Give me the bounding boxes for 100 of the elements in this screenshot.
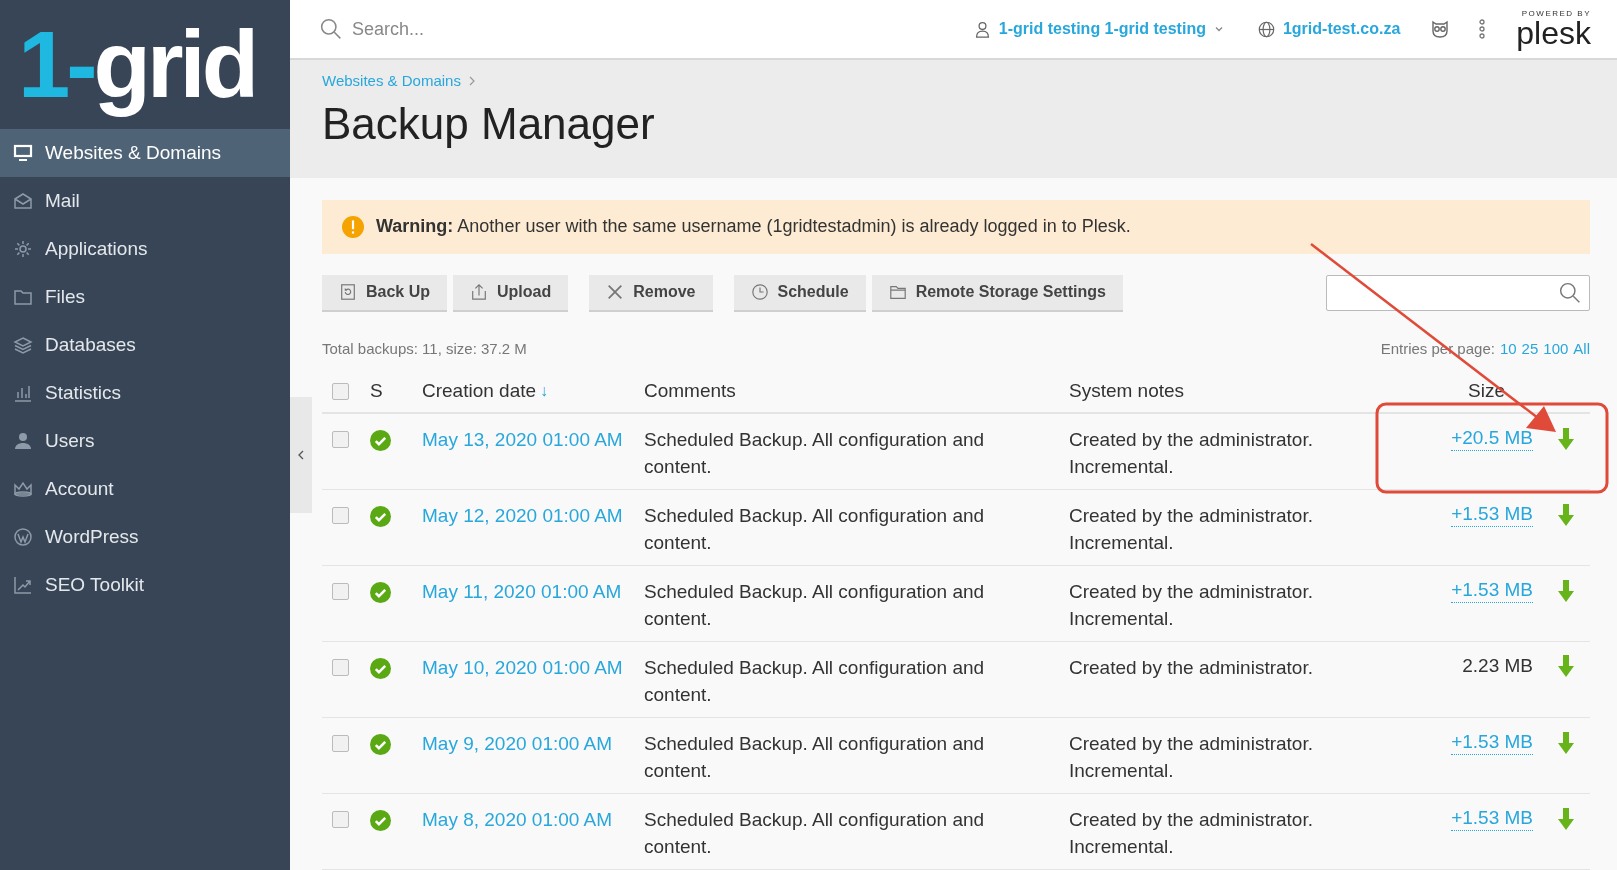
checkbox[interactable] xyxy=(332,659,349,676)
column-header[interactable]: Creation date ↓ xyxy=(422,376,644,406)
envelope-icon xyxy=(13,191,33,211)
download-icon[interactable] xyxy=(1557,807,1575,830)
column-header: Comments xyxy=(644,378,737,403)
table-cell-text: Scheduled Backup. All configuration and content. xyxy=(644,580,986,631)
success-check-icon xyxy=(370,658,391,679)
backup-summary: Total backups: 11, size: 37.2 M xyxy=(322,338,527,359)
download-icon[interactable] xyxy=(1557,503,1575,526)
sidebar-item[interactable]: Applications xyxy=(0,225,290,273)
search-icon xyxy=(1559,282,1581,304)
download-icon[interactable] xyxy=(1557,655,1575,677)
size-link[interactable]: +1.53 MB xyxy=(1451,578,1533,603)
success-check-icon xyxy=(370,582,391,603)
backup-date-link[interactable]: May 13, 2020 01:00 AM xyxy=(422,426,644,453)
table-cell-text: Created by the administrator. Incremental. xyxy=(1069,428,1314,479)
sidebar-item[interactable]: Users xyxy=(0,417,290,465)
table-cell-text: Scheduled Backup. All configuration and content. xyxy=(644,428,986,479)
filter-field[interactable] xyxy=(1326,275,1590,311)
settings-icon xyxy=(13,239,33,259)
chevron-down-icon xyxy=(1213,24,1224,34)
download-icon[interactable] xyxy=(1557,579,1575,602)
wordpress-icon xyxy=(13,527,33,547)
chevron-left-icon xyxy=(297,450,305,460)
domain-link[interactable]: 1grid-test.co.za xyxy=(1257,17,1401,41)
checkbox[interactable] xyxy=(332,583,349,600)
table-cell-text: Scheduled Backup. All configuration and content. xyxy=(644,504,986,555)
folder-icon xyxy=(13,287,33,307)
search-field[interactable]: Search... xyxy=(352,15,592,43)
success-check-icon xyxy=(370,734,391,755)
bar-chart-icon xyxy=(13,383,33,403)
toolbar-button[interactable]: Schedule xyxy=(733,274,866,312)
sidebar-item[interactable]: WordPress xyxy=(0,513,290,561)
sidebar-item[interactable]: Statistics xyxy=(0,369,290,417)
backup-date-link[interactable]: May 9, 2020 01:00 AM xyxy=(422,730,644,757)
checkbox[interactable] xyxy=(332,382,349,400)
page-title: Backup Manager xyxy=(322,97,656,150)
size-link[interactable]: +1.53 MB xyxy=(1451,502,1533,527)
layers-icon xyxy=(13,335,33,355)
chevron-right-icon xyxy=(468,76,476,87)
toolbar-button[interactable]: Remote Storage Settings xyxy=(871,274,1123,312)
checkbox[interactable] xyxy=(332,811,349,828)
column-header: Size xyxy=(1467,378,1506,403)
checkbox[interactable] xyxy=(332,507,349,524)
sidebar-item[interactable]: Files xyxy=(0,273,290,321)
checkbox[interactable] xyxy=(332,431,349,448)
page-size-link[interactable]: 100 xyxy=(1543,337,1569,360)
warning-icon xyxy=(342,215,364,238)
success-check-icon xyxy=(370,430,391,451)
backup-date-link[interactable]: May 8, 2020 01:00 AM xyxy=(422,806,644,833)
trend-icon xyxy=(13,575,33,595)
owl-icon[interactable] xyxy=(1430,19,1451,39)
table-cell-text: Created by the administrator. Incremental. xyxy=(1069,808,1314,859)
toolbar-button[interactable]: Back Up xyxy=(322,274,448,312)
table-cell-text: Scheduled Backup. All configuration and content. xyxy=(644,808,986,859)
user-icon xyxy=(973,20,991,38)
toolbar-button[interactable]: Upload xyxy=(453,274,569,312)
logo: 1-grid xyxy=(18,10,256,119)
monitor-icon xyxy=(13,143,33,163)
table-cell-text: Created by the administrator. Incremental. xyxy=(1069,580,1314,631)
success-check-icon xyxy=(370,506,391,527)
breadcrumb-link[interactable]: Websites & Domains xyxy=(322,70,461,93)
size-value: 2.23 MB xyxy=(1462,654,1533,678)
backup-date-link[interactable]: May 11, 2020 01:00 AM xyxy=(422,578,644,605)
table-cell-text: Scheduled Backup. All configuration and content. xyxy=(644,732,986,783)
page-size-link[interactable]: 10 xyxy=(1499,337,1517,360)
backup-date-link[interactable]: May 12, 2020 01:00 AM xyxy=(422,502,644,529)
column-header: S xyxy=(370,378,384,403)
more-options-icon[interactable] xyxy=(1478,19,1487,39)
upload-icon xyxy=(470,283,489,301)
table-cell-text: Created by the administrator. Incremental. xyxy=(1069,732,1314,783)
search-icon xyxy=(320,18,342,40)
column-header: System notes xyxy=(1069,378,1186,403)
table-cell-text: Scheduled Backup. All configuration and content. xyxy=(644,656,986,707)
size-link[interactable]: +1.53 MB xyxy=(1451,806,1533,831)
warning-message: Warning: Another user with the same username (1gridtestadmin) is already logged in to Plesk. xyxy=(376,215,1131,239)
page-size-link[interactable]: 25 xyxy=(1521,337,1539,360)
download-icon[interactable] xyxy=(1557,427,1575,450)
sidebar-item[interactable]: Databases xyxy=(0,321,290,369)
download-icon[interactable] xyxy=(1557,731,1575,754)
sidebar-item[interactable]: SEO Toolkit xyxy=(0,561,290,609)
backup-date-link[interactable]: May 10, 2020 01:00 AM xyxy=(422,654,644,681)
table-cell-text: Created by the administrator. xyxy=(1069,656,1314,680)
clock-icon xyxy=(750,283,769,301)
sidebar-item[interactable]: Mail xyxy=(0,177,290,225)
toolbar-button[interactable]: Remove xyxy=(589,274,713,312)
sidebar-item[interactable]: Account xyxy=(0,465,290,513)
page-size-link[interactable]: All xyxy=(1573,337,1590,360)
user-menu[interactable]: 1-grid testing 1-grid testing xyxy=(973,17,1224,41)
collapse-handle[interactable] xyxy=(290,397,312,513)
crown-icon xyxy=(13,479,33,499)
success-check-icon xyxy=(370,810,391,831)
table-cell-text: Created by the administrator. Incremental. xyxy=(1069,504,1314,555)
globe-icon xyxy=(1257,20,1275,38)
sidebar-item[interactable]: Websites & Domains xyxy=(0,129,290,177)
folder-icon xyxy=(888,283,907,301)
size-link[interactable]: +1.53 MB xyxy=(1451,730,1533,755)
checkbox[interactable] xyxy=(332,735,349,752)
backup-icon xyxy=(339,283,357,301)
cross-icon xyxy=(606,283,625,301)
